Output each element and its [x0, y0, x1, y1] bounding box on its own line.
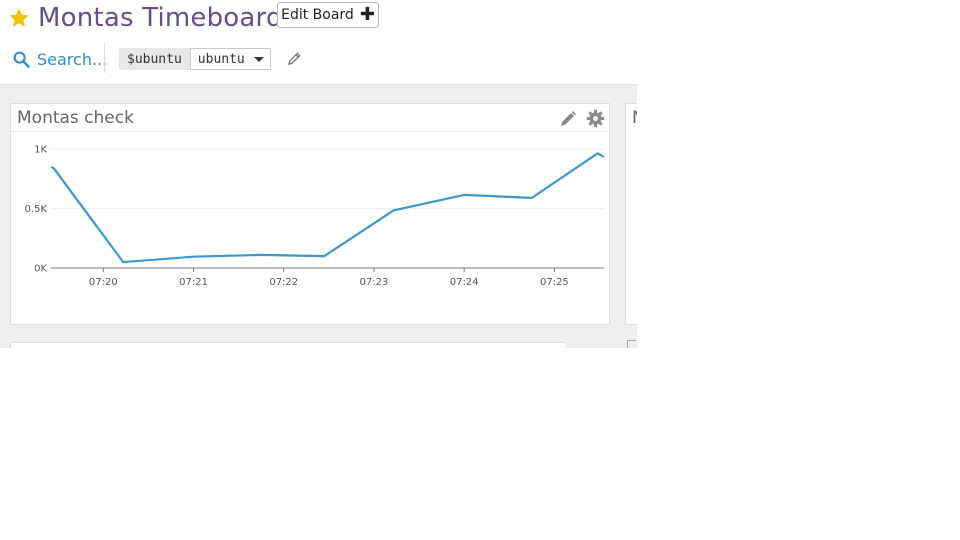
x-tick-label: 07:24 — [450, 277, 479, 288]
line-chart: 0K 0.5K 1K 07:20 07:21 07:22 07:23 07:24 07:25 — [25, 145, 605, 288]
toolbar-divider — [104, 43, 105, 73]
series-line — [50, 152, 605, 264]
page-title: Montas Timeboard — [38, 3, 283, 33]
edit-board-label: Edit Board — [281, 7, 354, 23]
plus-icon: ✚ — [359, 4, 375, 25]
pencil-icon[interactable] — [287, 51, 302, 66]
y-tick-label: 1K — [34, 145, 47, 156]
pencil-icon[interactable] — [559, 110, 577, 128]
dashboard-header: Montas Timeboard Edit Board ✚ Search... … — [0, 0, 637, 85]
title-row: Montas Timeboard — [8, 2, 283, 34]
chevron-down-icon — [253, 56, 264, 62]
search-input[interactable]: Search... — [37, 50, 107, 69]
y-tick-label: 0K — [34, 264, 47, 275]
x-tick-label: 07:22 — [269, 277, 298, 288]
x-tick-label: 07:25 — [540, 277, 569, 288]
widget-title: Montas check — [17, 108, 134, 128]
timeseries-widget-3 — [10, 342, 610, 348]
star-icon[interactable] — [8, 7, 30, 29]
x-tick-label: 07:23 — [360, 277, 389, 288]
timeseries-widget-2: M — [625, 103, 637, 325]
template-variable-name: $ubuntu — [119, 48, 190, 70]
template-variable: $ubuntu ubuntu — [119, 48, 271, 70]
y-tick-label: 0.5K — [25, 204, 48, 215]
search-box[interactable]: Search... — [13, 44, 107, 74]
gear-icon[interactable] — [586, 109, 605, 128]
x-tick-label: 07:21 — [179, 277, 208, 288]
edit-board-button[interactable]: Edit Board ✚ — [277, 2, 379, 28]
widget-toolbar-edge — [565, 342, 610, 348]
dashboard-board: Montas check 0K 0.5K 1K 07:20 07:21 07:22 07:2… — [0, 85, 637, 348]
timeseries-widget: Montas check 0K 0.5K 1K 07:20 07:21 07:22 07:2… — [10, 103, 610, 325]
widget-title-2: M — [632, 108, 637, 128]
template-variable-select[interactable]: ubuntu — [189, 48, 271, 70]
template-variable-value: ubuntu — [197, 51, 245, 67]
widget-corner — [627, 340, 636, 348]
x-tick-label: 07:20 — [89, 277, 118, 288]
search-icon — [13, 51, 30, 68]
